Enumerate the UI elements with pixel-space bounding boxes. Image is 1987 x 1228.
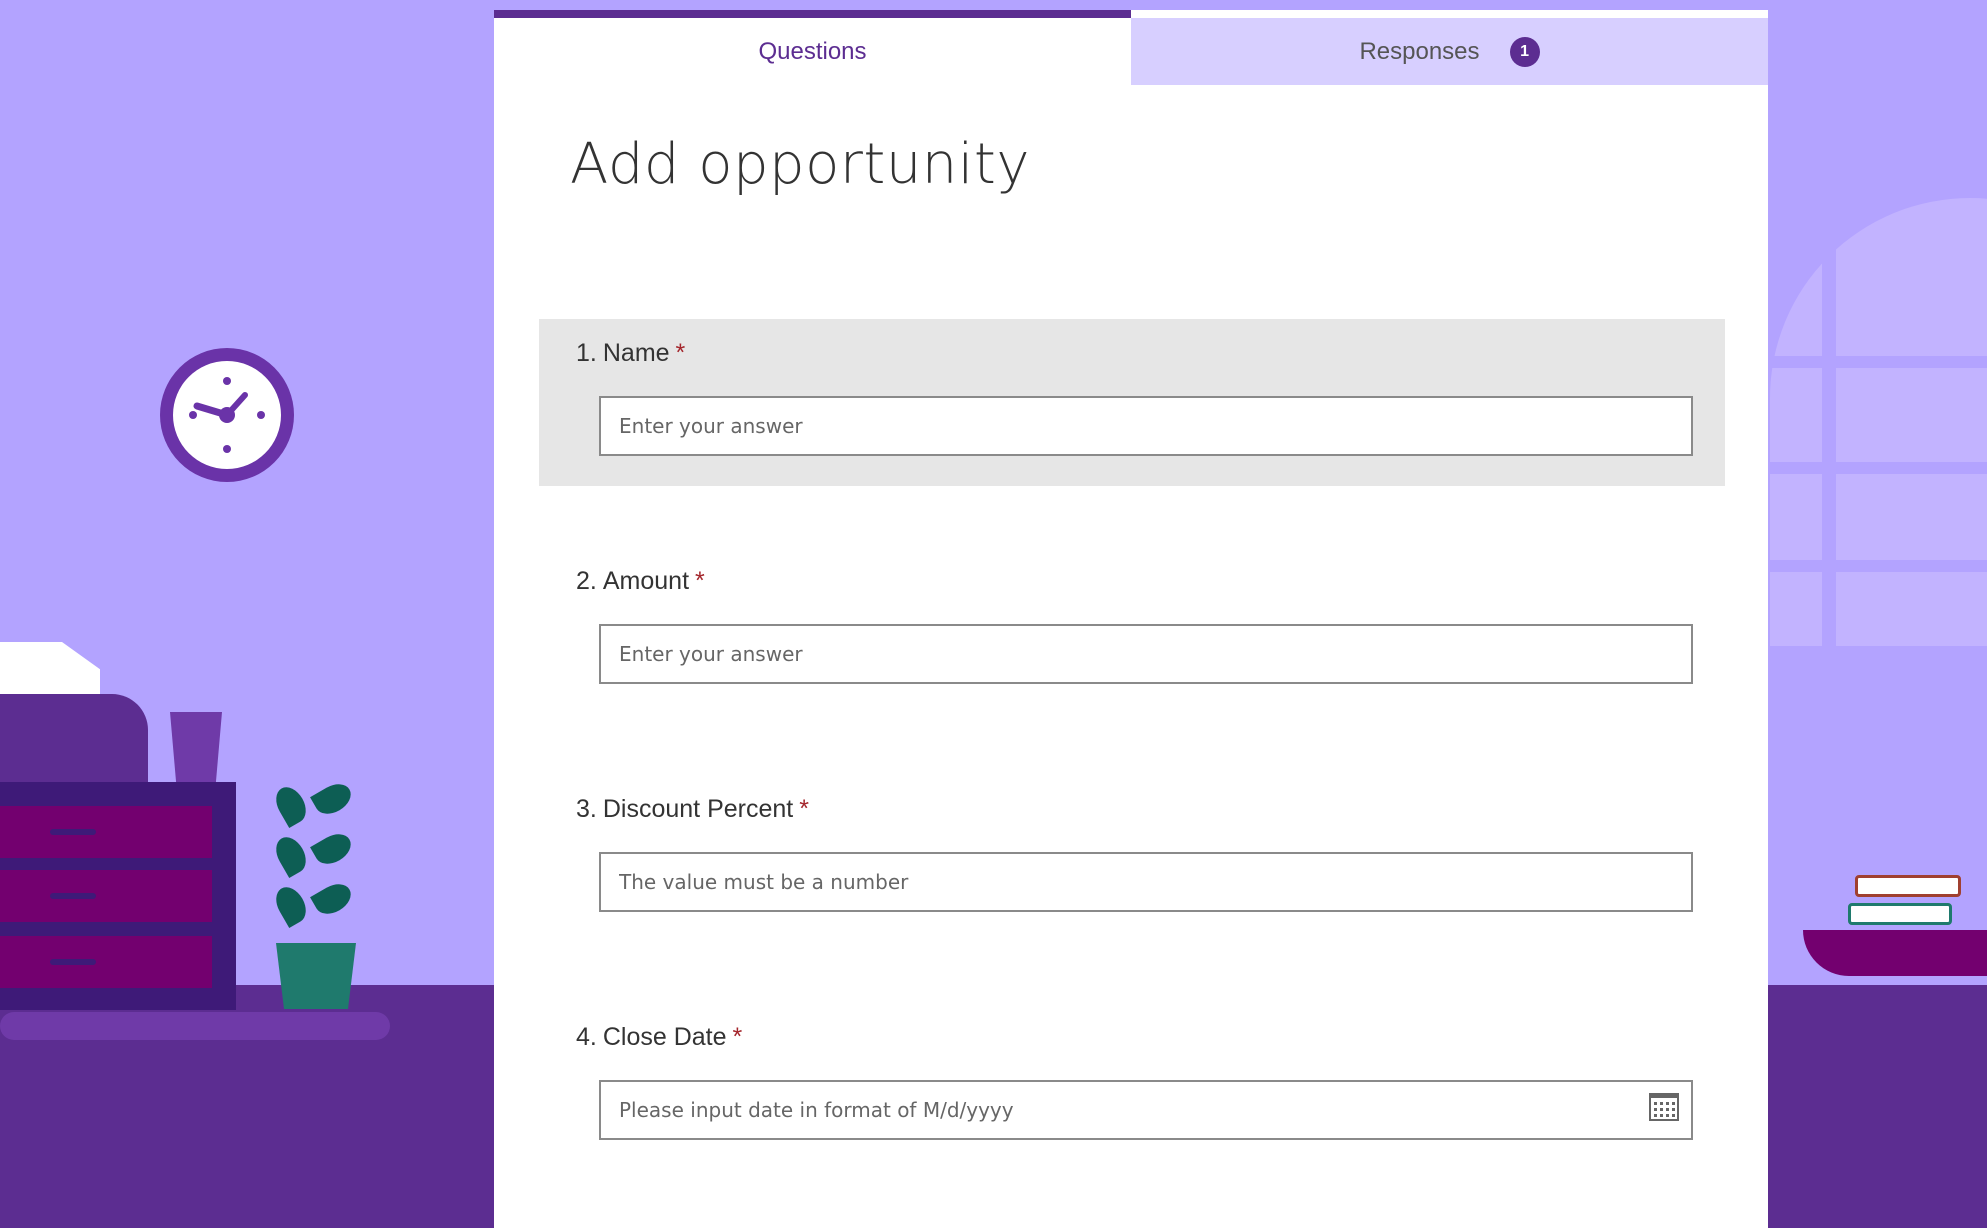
required-marker: * <box>695 567 705 595</box>
required-marker: * <box>799 795 809 823</box>
window-frame <box>1822 198 1836 646</box>
question-label: 4. Close Date * <box>576 1023 742 1052</box>
question-label: 1. Name * <box>576 339 685 368</box>
cabinet-illustration <box>0 782 236 1010</box>
question-close-date: 4. Close Date * <box>539 1003 1725 1170</box>
discount-percent-input[interactable] <box>599 852 1693 912</box>
printer-illustration <box>0 694 148 784</box>
question-number: 3. <box>576 795 597 823</box>
plant-leaf <box>310 878 356 920</box>
plant-illustration <box>276 943 356 1009</box>
question-amount: 2. Amount * <box>539 547 1725 714</box>
pen-cup-illustration <box>170 712 222 784</box>
tab-responses[interactable]: Responses 1 <box>1131 18 1768 85</box>
question-label: 2. Amount * <box>576 567 705 596</box>
question-name: 1. Name * <box>539 319 1725 486</box>
window-frame <box>1770 462 1987 474</box>
tab-questions[interactable]: Questions <box>494 10 1131 85</box>
question-number: 1. <box>576 339 597 367</box>
question-text: Name <box>602 339 670 367</box>
question-text: Close Date <box>602 1023 727 1051</box>
table-illustration <box>1803 930 1987 976</box>
tab-responses-label: Responses <box>1359 37 1480 65</box>
plant-leaf <box>270 832 312 878</box>
tab-questions-label: Questions <box>758 37 867 65</box>
calendar-icon[interactable] <box>1649 1093 1679 1121</box>
plant-leaf <box>310 828 356 870</box>
question-discount-percent: 3. Discount Percent * <box>539 775 1725 942</box>
book-illustration <box>1848 903 1952 925</box>
plant-leaf <box>310 778 356 820</box>
amount-input[interactable] <box>599 624 1693 684</box>
plant-leaf <box>270 882 312 928</box>
required-marker: * <box>675 339 686 367</box>
clock-illustration <box>160 348 294 482</box>
question-number: 4. <box>576 1023 597 1051</box>
form-card: Questions Responses 1 Add opportunity 1.… <box>494 10 1768 1228</box>
window-illustration <box>1770 198 1987 646</box>
name-input[interactable] <box>599 396 1693 456</box>
question-text: Amount <box>602 567 690 595</box>
book-illustration <box>1855 875 1961 897</box>
question-number: 2. <box>576 567 597 595</box>
responses-count-badge: 1 <box>1509 36 1540 67</box>
tab-bar: Questions Responses 1 <box>494 10 1768 85</box>
floor-shadow <box>0 1012 390 1040</box>
question-label: 3. Discount Percent * <box>576 795 809 824</box>
question-text: Discount Percent <box>602 795 794 823</box>
plant-leaf <box>270 782 312 828</box>
window-frame <box>1770 356 1987 368</box>
required-marker: * <box>732 1023 743 1051</box>
close-date-input[interactable] <box>599 1080 1693 1140</box>
window-frame <box>1770 560 1987 572</box>
form-title: Add opportunity <box>570 132 1030 197</box>
